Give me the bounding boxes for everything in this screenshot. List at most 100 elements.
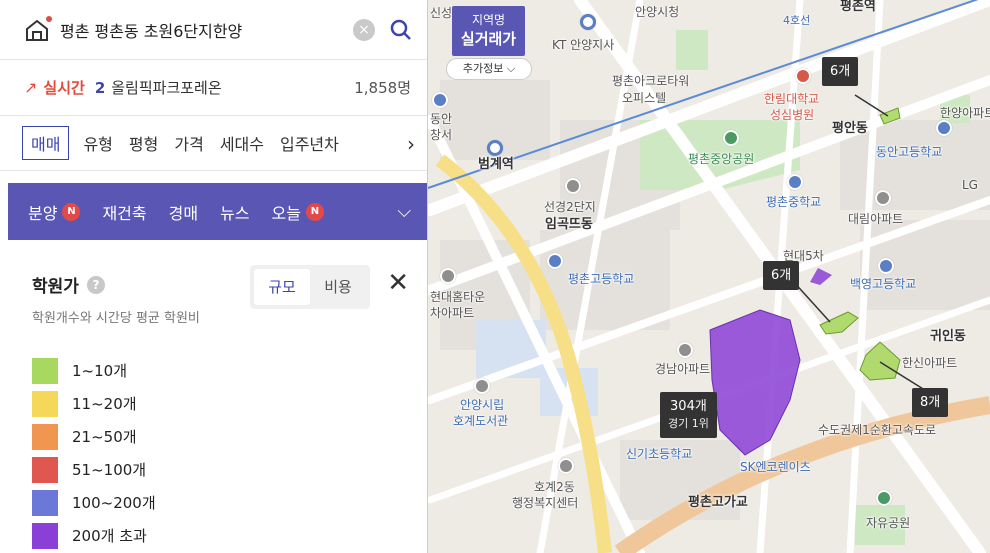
cost-tab[interactable]: 비용 bbox=[310, 269, 366, 305]
map-label: 안양시립 bbox=[460, 398, 505, 412]
academy-subtitle: 학원개수와 시간당 평균 학원비 bbox=[32, 311, 200, 326]
map-label: 행정복지센터 bbox=[512, 496, 579, 510]
home-icon[interactable] bbox=[24, 15, 52, 43]
map-label: 한림대학교 bbox=[764, 92, 820, 106]
academy-title-text: 학원가 bbox=[32, 277, 79, 297]
filter-price[interactable]: 가격 bbox=[174, 131, 203, 155]
hospital-marker bbox=[795, 68, 811, 84]
map-label: 신성 bbox=[430, 6, 453, 20]
trending-label: 실시간 bbox=[43, 79, 85, 97]
search-input[interactable]: 평촌 평촌동 초원6단지한양 bbox=[60, 18, 353, 42]
map-label: 범계역 bbox=[478, 157, 514, 172]
map-label: KT 안양지사 bbox=[552, 38, 615, 52]
trending-name: 올림픽파크포레온 bbox=[111, 79, 222, 97]
chevron-down-icon[interactable]: ⌵ bbox=[397, 201, 411, 222]
academy-panel: 학원가 ? 학원개수와 시간당 평균 학원비 규모 비용 ✕ 1~10개 11~2… bbox=[10, 248, 427, 553]
search-icon[interactable] bbox=[389, 18, 413, 42]
tooltip-label: 8개 bbox=[920, 395, 941, 410]
academy-count-tooltip[interactable]: 8개 bbox=[912, 388, 949, 417]
tooltip-label: 6개 bbox=[830, 64, 851, 79]
map-label: 한신아파트 bbox=[902, 356, 958, 370]
legend-row: 100~200개 bbox=[32, 486, 427, 519]
map-label: 선경2단지 bbox=[544, 200, 596, 214]
scale-tab[interactable]: 규모 bbox=[254, 269, 310, 305]
legend-swatch bbox=[32, 522, 58, 549]
map-label: 평촌중앙공원 bbox=[688, 152, 755, 166]
map-label: 평촌고가교 bbox=[688, 495, 748, 510]
filter-households[interactable]: 세대수 bbox=[220, 131, 264, 155]
apartment-marker bbox=[875, 190, 891, 206]
academy-count-tooltip[interactable]: 304개 경기 1위 bbox=[660, 392, 717, 438]
school-marker bbox=[936, 120, 952, 136]
toggle-price-label: 실거래가 bbox=[460, 30, 517, 48]
menu-item-sale[interactable]: 분양 N bbox=[28, 200, 81, 224]
new-badge: N bbox=[62, 202, 81, 221]
search-bar: 평촌 평촌동 초원6단지한양 × bbox=[0, 0, 427, 60]
new-badge: N bbox=[305, 202, 324, 221]
menu-label: 오늘 bbox=[271, 203, 301, 223]
left-panel: 평촌 평촌동 초원6단지한양 × ↗ 실시간 2 올림픽파크포레온 1,858명… bbox=[0, 0, 428, 553]
menu-item-news[interactable]: 뉴스 bbox=[220, 200, 249, 224]
legend-row: 21~50개 bbox=[32, 420, 427, 453]
notification-dot bbox=[46, 15, 52, 22]
filter-bar: 매매 유형 평형 가격 세대수 입주년차 › bbox=[0, 116, 427, 171]
map-label: 오피스텔 bbox=[622, 91, 667, 105]
chevron-right-icon[interactable]: › bbox=[407, 132, 415, 156]
menu-label: 뉴스 bbox=[220, 203, 250, 223]
help-icon[interactable]: ? bbox=[86, 275, 105, 294]
academy-legend: 1~10개 11~20개 21~50개 51~100개 100~200개 200개 초과 bbox=[32, 354, 427, 552]
toggle-region-label: 지역명 bbox=[471, 13, 506, 27]
filter-move-in-year[interactable]: 입주년차 bbox=[280, 131, 339, 155]
filter-trade-type[interactable]: 매매 bbox=[22, 126, 70, 160]
map-label: 평촌역 bbox=[840, 0, 876, 14]
school-marker bbox=[432, 92, 448, 108]
academy-count-tooltip[interactable]: 6개 bbox=[763, 261, 800, 290]
legend-swatch bbox=[32, 489, 58, 516]
legend-label: 11~20개 bbox=[72, 395, 137, 413]
academy-count-tooltip[interactable]: 6개 bbox=[822, 57, 859, 86]
map-label: 수도권제1순환고속도로 bbox=[818, 423, 937, 437]
trending-count: 1,858명 bbox=[354, 79, 411, 97]
map-label: 호계2동 bbox=[534, 480, 575, 494]
library-marker bbox=[474, 378, 490, 394]
tooltip-label: 6개 bbox=[771, 268, 792, 283]
legend-swatch bbox=[32, 390, 58, 417]
clear-search-button[interactable]: × bbox=[353, 18, 375, 41]
map-layer-toggle[interactable]: 지역명 실거래가 bbox=[452, 6, 525, 56]
subway-station-marker bbox=[580, 14, 596, 30]
map-label: 4호선 bbox=[783, 14, 811, 27]
legend-row: 200개 초과 bbox=[32, 519, 427, 552]
menu-item-auction[interactable]: 경매 bbox=[169, 200, 198, 224]
map-label: 평안동 bbox=[832, 121, 868, 136]
trending-row[interactable]: ↗ 실시간 2 올림픽파크포레온 1,858명 bbox=[0, 60, 427, 116]
close-icon[interactable]: ✕ bbox=[387, 270, 409, 296]
legend-label: 100~200개 bbox=[72, 494, 156, 512]
menu-label: 경매 bbox=[168, 203, 199, 223]
menu-item-reconstruction[interactable]: 재건축 bbox=[102, 200, 146, 224]
map-label: 동안 bbox=[430, 112, 453, 126]
legend-swatch bbox=[32, 357, 58, 384]
map-label: 경남아파트 bbox=[655, 362, 711, 376]
map-label: 현대홈타운 bbox=[430, 290, 486, 304]
filter-area[interactable]: 평형 bbox=[129, 131, 158, 155]
menu-item-today[interactable]: 오늘 N bbox=[272, 200, 324, 224]
more-info-label: 추가정보 bbox=[462, 62, 504, 75]
tooltip-rank: 경기 1위 bbox=[668, 417, 709, 430]
menu-label: 재건축 bbox=[102, 203, 147, 223]
map-label: 평촌중학교 bbox=[766, 195, 822, 209]
filter-type[interactable]: 유형 bbox=[83, 131, 112, 155]
map-label: 동안고등학교 bbox=[876, 145, 943, 159]
map-label: 한양아파트 bbox=[940, 106, 990, 120]
menu-label: 분양 bbox=[28, 203, 58, 223]
legend-label: 51~100개 bbox=[72, 461, 147, 479]
chevron-down-icon: ⌵ bbox=[506, 62, 516, 75]
map-label: 자유공원 bbox=[866, 516, 911, 530]
apartment-marker bbox=[565, 178, 581, 194]
map-label: 호계도서관 bbox=[453, 414, 509, 428]
subway-station-marker bbox=[487, 140, 503, 156]
legend-swatch bbox=[32, 456, 58, 483]
map-label: 평촌아크로타워 bbox=[612, 74, 690, 88]
office-marker bbox=[558, 458, 574, 474]
school-marker bbox=[878, 258, 894, 274]
more-info-button[interactable]: 추가정보 ⌵ bbox=[446, 58, 532, 80]
